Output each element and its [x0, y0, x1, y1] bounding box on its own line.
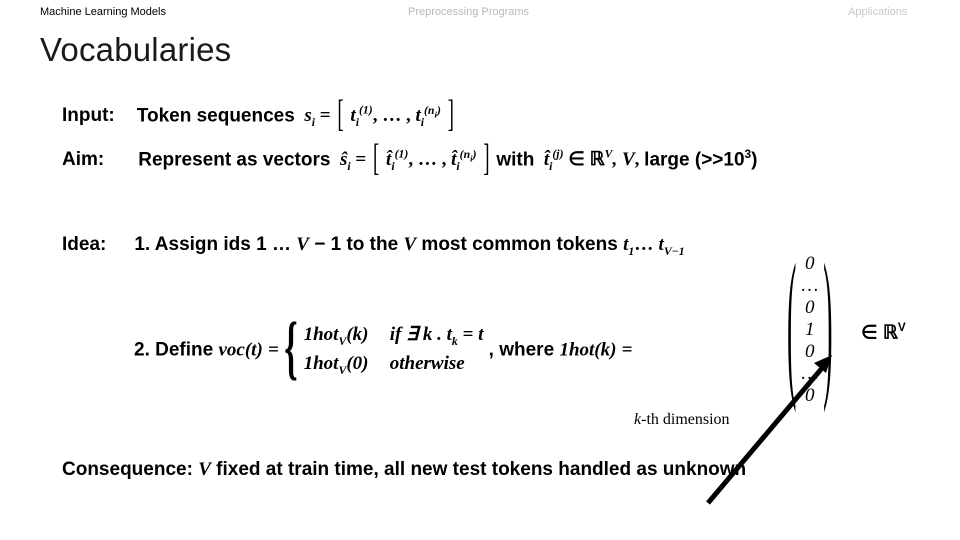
define-where: , where	[488, 339, 555, 361]
idea-token-2: tV−1	[658, 234, 685, 258]
define-equals: =	[268, 339, 279, 361]
slide-content: Input: Token sequences si = [ ti(1), … , …	[0, 94, 960, 540]
consequence-text: fixed at train time, all new test tokens…	[216, 459, 747, 480]
aim-large: large (>>10	[644, 149, 745, 171]
input-line: Input: Token sequences si = [ ti(1), … , …	[62, 94, 456, 137]
nav-item-machine-learning-models[interactable]: Machine Learning Models	[40, 6, 166, 19]
nav-item-preprocessing-programs[interactable]: Preprocessing Programs	[408, 6, 529, 19]
idea-token-1: t1	[623, 234, 635, 258]
aim-text: Represent as vectors	[138, 149, 331, 171]
idea-text-c: most common tokens	[421, 234, 618, 255]
idea-text-a: 1. Assign ids 1 …	[134, 234, 291, 255]
top-navigation-bar: Machine Learning Models Preprocessing Pr…	[0, 0, 960, 26]
define-where-equals: =	[621, 339, 633, 361]
real-numbers-symbol: ℝ	[882, 322, 898, 344]
piecewise-case-1: 1hotV(k) if ∃ k . tk = t	[303, 324, 484, 348]
consequence-label: Consequence:	[62, 459, 193, 480]
vector-entry: 0	[805, 253, 815, 274]
idea-label: Idea:	[62, 234, 107, 255]
element-of-symbol: ∈	[861, 322, 878, 344]
define-function: voc(t)	[218, 339, 263, 361]
pointer-arrow-icon	[706, 355, 832, 505]
piecewise-definition: { 1hotV(k) if ∃ k . tk = t 1hotV(0) othe…	[284, 314, 484, 385]
define-prefix: 2. Define	[134, 339, 214, 361]
idea-dots: …	[634, 234, 654, 255]
define-where-function: 1hot(k)	[559, 339, 617, 361]
vector-entry: …	[801, 275, 819, 296]
input-formula: si = [ ti(1), … , ti(ni) ]	[304, 94, 454, 137]
aim-line: Aim: Represent as vectors ŝi = [ t̂i(1), …	[62, 138, 758, 181]
aim-formula: ŝi = [ t̂i(1), … , t̂i(ni) ]	[339, 138, 490, 181]
define-line: 2. Define voc(t) = { 1hotV(k) if ∃ k . t…	[134, 314, 633, 385]
page-title: Vocabularies	[40, 31, 232, 68]
curly-brace-icon: {	[284, 310, 298, 389]
vector-entry: 0	[805, 297, 815, 318]
idea-line: Idea: 1. Assign ids 1 … V − 1 to the V mo…	[62, 234, 685, 259]
piecewise-case-2: 1hotV(0) otherwise	[303, 352, 465, 377]
input-label: Input:	[62, 105, 115, 127]
consequence-line: Consequence: V fixed at train time, all …	[62, 459, 746, 481]
idea-v-1: V	[296, 234, 309, 255]
vector-membership: ∈ ℝV	[861, 321, 906, 344]
nav-item-applications[interactable]: Applications	[848, 6, 907, 19]
aim-label: Aim:	[62, 149, 105, 171]
kth-dimension-annotation: k-th dimension	[634, 411, 730, 428]
aim-large-tail: )	[751, 149, 758, 171]
consequence-var: V	[198, 459, 211, 480]
aim-with: with	[496, 149, 535, 171]
aim-formula-2: t̂i(j) ∈ ℝV, V,	[543, 148, 640, 174]
vector-entry: 1	[805, 319, 815, 340]
idea-v-2: V	[403, 234, 417, 255]
idea-text-b: − 1 to the	[314, 234, 399, 255]
real-numbers-exponent: V	[897, 321, 906, 334]
input-text: Token sequences	[136, 105, 295, 127]
